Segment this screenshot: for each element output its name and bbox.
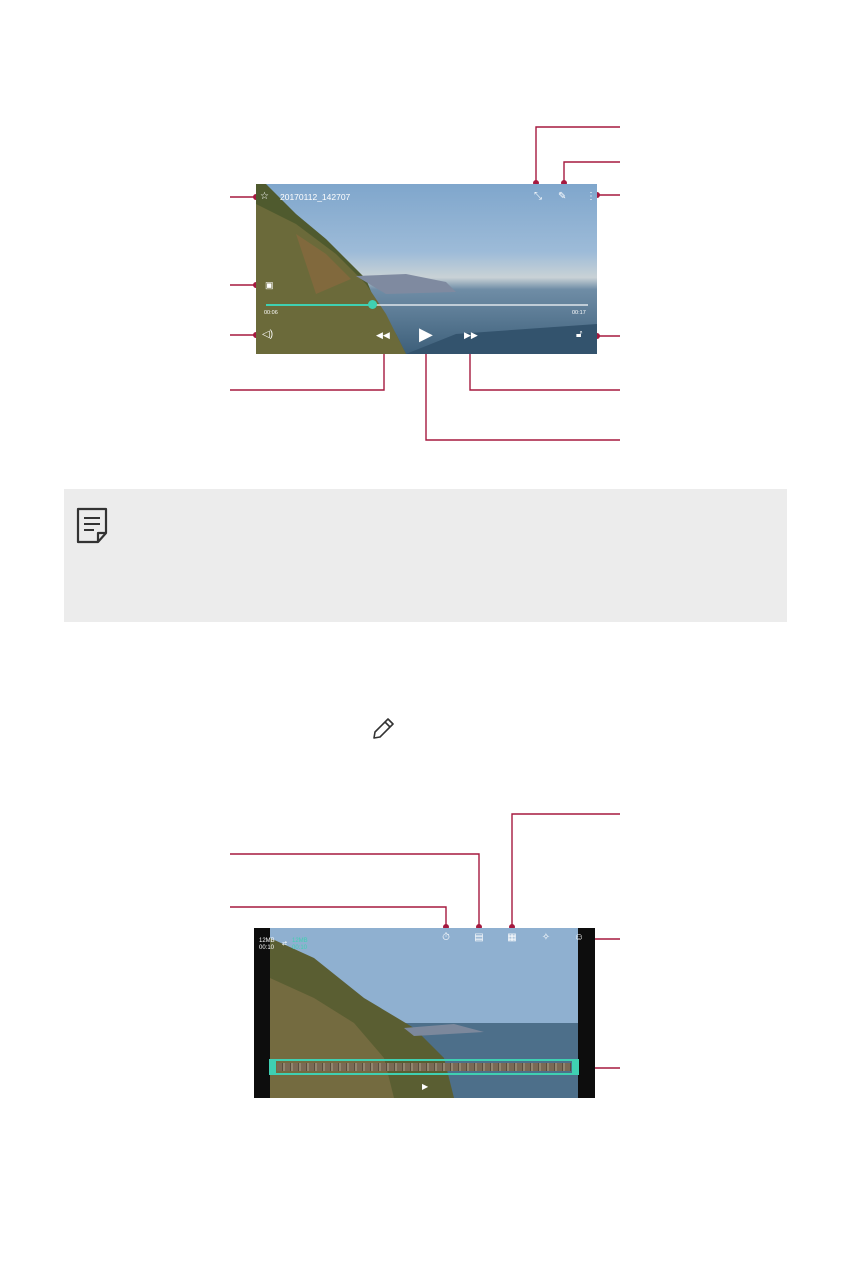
grid-icon[interactable]: ▦	[502, 932, 522, 943]
note-icon	[76, 507, 108, 544]
trim-start-handle[interactable]	[271, 1061, 276, 1073]
play-icon[interactable]: ▶	[419, 325, 433, 343]
total-time: 00:17	[572, 310, 586, 316]
video-filename: 20170112_142707	[280, 192, 351, 202]
subtitle-icon[interactable]: ▤	[469, 932, 489, 943]
original-duration: 00:10	[259, 945, 275, 951]
edited-duration: 00:10	[292, 945, 308, 951]
more-options-icon[interactable]: ⋮	[586, 192, 596, 202]
shrink-icon[interactable]: ⤡	[534, 192, 542, 202]
original-size: 12MB	[259, 938, 275, 944]
star-outline-icon[interactable]: ☆	[260, 192, 269, 202]
edited-size: 12MB	[292, 938, 308, 944]
capture-icon[interactable]: ▣	[265, 280, 274, 290]
magic-wand-icon[interactable]: ✧	[536, 932, 556, 943]
timer-icon[interactable]: ⏱	[436, 932, 456, 943]
note-box	[64, 489, 787, 622]
current-time: 00:06	[264, 310, 278, 316]
trim-end-handle[interactable]	[572, 1061, 577, 1073]
face-icon[interactable]: ☺	[569, 932, 589, 943]
edit-pencil-icon[interactable]: ✎	[558, 192, 566, 202]
play-icon[interactable]: ▶	[422, 1082, 428, 1092]
trim-timeline[interactable]	[269, 1059, 579, 1075]
arrow-icon: ⇄	[282, 941, 288, 947]
lock-icon[interactable]: 🔓︎	[576, 330, 582, 340]
edit-pencil-icon	[373, 718, 394, 739]
frame-strip	[277, 1063, 571, 1071]
video-editor-screenshot: 12MB 00:10 ⇄ 12MB 00:10 ⏱ ▤ ▦ ✧ ☺ ▶	[254, 928, 595, 1098]
video-player-screenshot: ☆ 20170112_142707 ⤡ ✎ ⋮ ▣ 00:06 00:17 ◁)…	[256, 184, 597, 354]
seek-progress	[266, 304, 373, 306]
rewind-icon[interactable]: ◀◀	[376, 330, 390, 340]
volume-icon[interactable]: ◁)	[262, 330, 273, 340]
fast-forward-icon[interactable]: ▶▶	[464, 330, 478, 340]
seek-thumb[interactable]	[367, 300, 377, 309]
